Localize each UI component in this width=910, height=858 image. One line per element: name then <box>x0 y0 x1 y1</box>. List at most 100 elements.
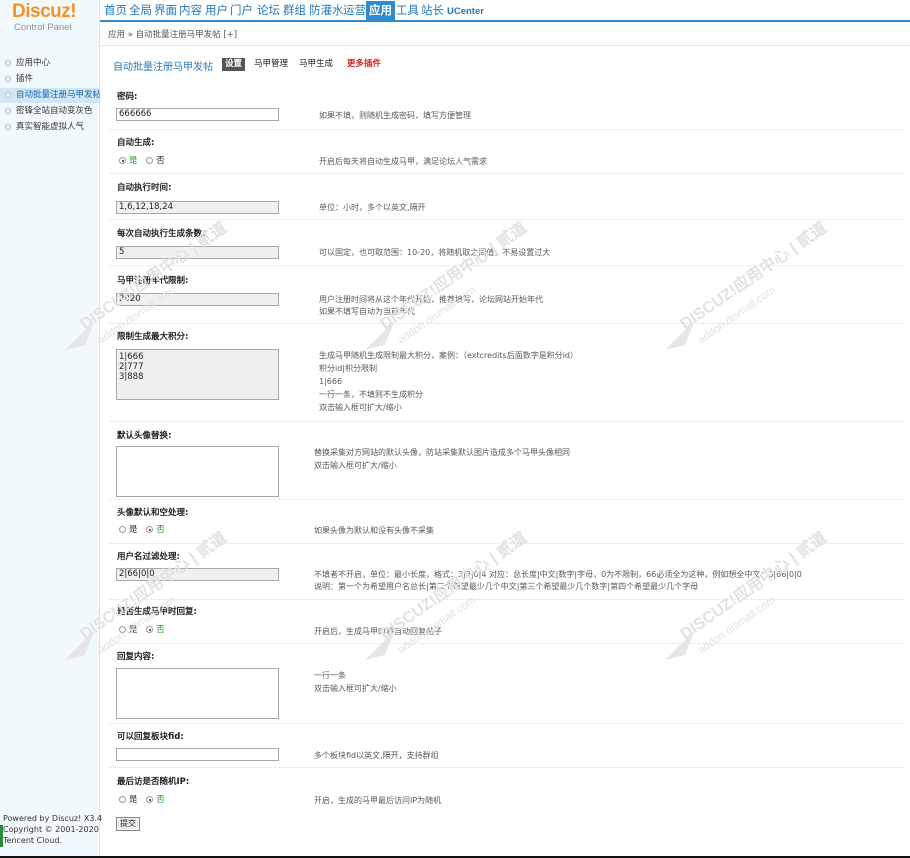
sidebar: 应用中心 插件 自动批量注册马甲发帖 密锋全站自动变灰色 真实智能虚拟人气 Po… <box>0 46 103 858</box>
field-tip: 如果不填写自动为当前年代 <box>319 307 415 316</box>
nav-item-5[interactable]: 门户 <box>228 3 255 22</box>
field-max-credits: 限制生成最大积分: 1|666 2|777 3|888 生成马甲随机生成限制最大… <box>109 323 904 412</box>
field-tip: 生成马甲随机生成限制最大积分，案例：（extcredits后面数字是积分id） <box>319 351 578 360</box>
field-label: 最后访是否随机IP: <box>117 777 190 787</box>
reply-on-generate-radios: 是 否 <box>119 623 171 635</box>
nav-item-1[interactable]: 全局 <box>127 3 154 22</box>
field-tip: 多个板块fid以英文,隔开，支持群组 <box>314 751 439 760</box>
powered-line: Powered by Discuz! X3.4 <box>3 814 103 823</box>
tab-sockpuppet-manage[interactable]: 马甲管理 <box>251 58 291 71</box>
bullet-icon <box>5 76 11 82</box>
field-tip: 一行一条 <box>314 671 346 680</box>
sidebar-item-plugins[interactable]: 插件 <box>0 72 100 87</box>
field-random-ip: 最后访是否随机IP: 是 否 开启，生成的马甲最后访问IP为随机 <box>109 767 904 805</box>
radio-yes-label[interactable]: 是 <box>129 156 138 166</box>
radio-yes[interactable] <box>119 626 126 633</box>
radio-no[interactable] <box>146 526 154 533</box>
tab-more-plugins[interactable]: 更多插件 <box>344 58 384 71</box>
bullet-icon <box>5 92 11 98</box>
field-tip: 可以固定，也可取范围：10-20，将随机取之间值，不易设置过大 <box>319 248 551 257</box>
field-label: 每次自动执行生成条数: <box>117 229 206 239</box>
radio-no-label[interactable]: 否 <box>156 625 165 635</box>
sidebar-item-label: 插件 <box>16 74 34 84</box>
field-reply-fids: 可以回复板块fid: 多个板块fid以英文,隔开，支持群组 <box>109 723 904 761</box>
radio-yes[interactable] <box>119 157 126 164</box>
top-bar: Discuz! Control Panel 首页 全局 界面 内容 用户 门户 论坛 群组 防灌… <box>0 0 910 46</box>
nav-item-11[interactable]: 工具 <box>394 3 421 22</box>
bullet-icon <box>5 124 11 130</box>
nav-item-7[interactable]: 群组 <box>281 3 308 22</box>
copyright-line: Copyright © 2001-2020 <box>3 825 99 834</box>
radio-no[interactable] <box>146 157 154 164</box>
avatar-textarea[interactable] <box>116 446 279 497</box>
field-label: 是否生成马甲时回复: <box>117 607 197 617</box>
field-label: 密码: <box>117 92 138 102</box>
plugin-subnav: 自动批量注册马甲发帖 设置 马甲管理 马甲生成 更多插件 <box>101 47 910 81</box>
sidebar-item-auto-register[interactable]: 自动批量注册马甲发帖 <box>0 88 100 103</box>
radio-yes-label[interactable]: 是 <box>129 625 138 635</box>
radio-no[interactable] <box>146 626 154 633</box>
radio-no-label[interactable]: 否 <box>156 156 165 166</box>
nav-item-8[interactable]: 防灌水 <box>307 3 346 22</box>
radio-no[interactable] <box>146 796 154 803</box>
radio-yes[interactable] <box>119 526 126 533</box>
field-reg-year: 马甲注册年代限制: 2020 用户注册时间将从这个年代开始，推荐填写，论坛网站开… <box>109 265 904 316</box>
sidebar-item-app-center[interactable]: 应用中心 <box>0 56 100 71</box>
tab-sockpuppet-generate[interactable]: 马甲生成 <box>296 58 336 71</box>
footer-accent-bar <box>0 825 3 847</box>
nav-item-2[interactable]: 界面 <box>152 3 179 22</box>
avatar-empty-radios: 是 否 <box>119 523 171 535</box>
sidebar-item-virtual-popularity[interactable]: 真实智能虚拟人气 <box>0 120 100 135</box>
field-tip: 替换采集对方网站的默认头像，防站采集默认图片造成多个马甲头像相同 <box>314 448 570 457</box>
field-tip: 双击输入框可扩大/缩小 <box>314 461 397 470</box>
brand-name: Discuz! <box>12 1 77 22</box>
field-tip: 单位：小时，多个以英文,隔开 <box>319 203 426 212</box>
sidebar-item-gray-site[interactable]: 密锋全站自动变灰色 <box>0 104 100 119</box>
field-tip: 积分id|积分限制 <box>319 364 377 373</box>
company-line: Tencent Cloud. <box>3 836 62 845</box>
nav-item-12[interactable]: 站长 <box>419 3 446 22</box>
field-tip: 如果头像为默认和没有头像不采集 <box>314 526 434 535</box>
field-tip: 不填者不开启，单位：最小长度，格式：3|3|0|4 对应：总长度|中文|数字|字… <box>314 570 802 579</box>
field-tip: 说明：第一个为希望用户名总长|第二个希望最少几个中文|第三个希望最少几个数字|第… <box>314 582 699 591</box>
field-tip: 开启后，生成马甲时将自动回复帖子 <box>314 627 442 636</box>
nav-item-9[interactable]: 运营 <box>341 3 368 22</box>
field-exec-time: 自动执行时间: 1,6,12,18,24 单位：小时，多个以英文,隔开 <box>109 173 904 214</box>
nav-item-0[interactable]: 首页 <box>102 3 129 22</box>
nav-item-10[interactable]: 应用 <box>366 1 395 22</box>
field-auto-generate: 自动生成: 是 否 开启后每天将自动生成马甲，满足论坛人气需求 <box>109 129 904 166</box>
field-username-filter: 用户名过滤处理: 2|66|0|0 不填者不开启，单位：最小长度，格式：3|3|… <box>109 543 904 591</box>
reply-content-textarea[interactable] <box>116 668 279 719</box>
nav-item-6[interactable]: 论坛 <box>255 3 282 22</box>
logo[interactable]: Discuz! Control Panel <box>0 0 100 46</box>
field-tip: 双击输入框可扩大/缩小 <box>319 403 402 412</box>
breadcrumb: 应用 » 自动批量注册马甲发帖 [+] <box>100 24 910 46</box>
radio-yes-label[interactable]: 是 <box>129 795 138 805</box>
field-label: 自动生成: <box>117 138 155 148</box>
reg-year-input[interactable]: 2020 <box>116 293 279 306</box>
field-label: 默认头像替换: <box>117 431 172 441</box>
max-credits-textarea[interactable]: 1|666 2|777 3|888 <box>116 349 279 400</box>
field-tip: 一行一条，不填则不生成积分 <box>319 390 423 399</box>
username-filter-input[interactable]: 2|66|0|0 <box>116 568 279 581</box>
sidebar-item-label: 应用中心 <box>16 58 51 68</box>
field-label: 回复内容: <box>117 652 155 662</box>
radio-yes-label[interactable]: 是 <box>129 525 138 535</box>
nav-item-13[interactable]: UCenter <box>445 3 486 22</box>
radio-yes[interactable] <box>119 796 126 803</box>
nav-item-4[interactable]: 用户 <box>203 3 230 22</box>
radio-no-label[interactable]: 否 <box>156 795 165 805</box>
reply-fids-input[interactable] <box>116 748 279 761</box>
field-label: 限制生成最大积分: <box>117 332 189 342</box>
field-tip: 如果不填，则随机生成密码，填写方便管理 <box>319 111 471 120</box>
password-input[interactable]: 666666 <box>116 108 279 121</box>
tab-settings[interactable]: 设置 <box>222 58 246 71</box>
exec-count-input[interactable]: 5 <box>116 246 279 259</box>
nav-item-3[interactable]: 内容 <box>177 3 204 22</box>
field-tip: 双击输入框可扩大/缩小 <box>314 684 397 693</box>
field-avatar-replace: 默认头像替换: 替换采集对方网站的默认头像，防站采集默认图片造成多个马甲头像相同… <box>109 421 904 497</box>
radio-no-label[interactable]: 否 <box>156 525 165 535</box>
auto-generate-radios: 是 否 <box>119 154 171 166</box>
exec-time-input[interactable]: 1,6,12,18,24 <box>116 201 279 214</box>
submit-button[interactable]: 提交 <box>116 817 140 831</box>
